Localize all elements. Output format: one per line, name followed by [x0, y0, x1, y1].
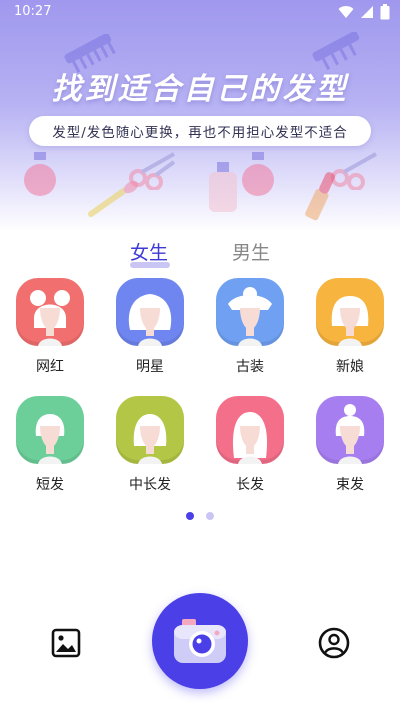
camera-button[interactable]: [152, 593, 248, 689]
wifi-icon: [338, 6, 354, 19]
style-label: 长发: [236, 477, 264, 493]
style-label: 新娘: [336, 359, 364, 375]
style-tile[interactable]: [116, 278, 184, 346]
page-dot-active: [186, 512, 194, 520]
style-label: 中长发: [129, 477, 171, 493]
profile-button[interactable]: [314, 623, 354, 663]
style-card-shufa[interactable]: 束发: [310, 396, 390, 494]
gallery-button[interactable]: [46, 623, 86, 663]
status-time: 10:27: [14, 4, 52, 19]
style-label: 束发: [336, 477, 364, 493]
style-tile[interactable]: [316, 278, 384, 346]
style-label: 短发: [36, 477, 64, 493]
style-tile[interactable]: [116, 396, 184, 464]
page-dot: [206, 512, 214, 520]
gender-tabs: 女生 男生: [0, 238, 400, 268]
page-indicator: [0, 512, 400, 520]
style-card-guzhuang[interactable]: 古装: [210, 278, 290, 376]
tab-female[interactable]: 女生: [130, 238, 168, 265]
style-card-zhongchangfa[interactable]: 中长发: [110, 396, 190, 494]
style-tile[interactable]: [216, 396, 284, 464]
perfume-bottle-icon: [24, 152, 56, 196]
battery-icon: [380, 4, 390, 20]
camera-icon: [174, 619, 226, 663]
style-label: 古装: [236, 359, 264, 375]
lotion-bottle-icon: [209, 162, 237, 212]
style-tile[interactable]: [216, 278, 284, 346]
perfume-bottle-icon: [242, 152, 274, 196]
style-card-changfa[interactable]: 长发: [210, 396, 290, 494]
style-card-mingxing[interactable]: 明星: [110, 278, 190, 376]
style-label: 明星: [136, 359, 164, 375]
style-card-wanghong[interactable]: 网红: [10, 278, 90, 376]
image-icon: [51, 628, 81, 658]
profile-icon: [318, 627, 350, 659]
style-tile[interactable]: [16, 396, 84, 464]
tab-male[interactable]: 男生: [232, 238, 270, 265]
style-tile[interactable]: [316, 396, 384, 464]
status-icons: [338, 3, 390, 21]
bottom-nav: [0, 590, 400, 712]
hero-title: 找到适合自己的发型: [51, 72, 349, 107]
style-card-duanfa[interactable]: 短发: [10, 396, 90, 494]
signal-icon: [361, 6, 373, 18]
hero-banner: 10:27 找到适合自己的发型 发型/发色随心更换，再也不用担心发型不适合: [0, 0, 400, 232]
status-bar: 10:27: [0, 0, 400, 24]
hero-subtitle: 发型/发色随心更换，再也不用担心发型不适合: [29, 116, 371, 146]
style-card-xinniang[interactable]: 新娘: [310, 278, 390, 376]
brush-icon: [88, 180, 139, 217]
style-tile[interactable]: [16, 278, 84, 346]
style-label: 网红: [36, 359, 64, 375]
lipstick-icon: [305, 172, 335, 221]
